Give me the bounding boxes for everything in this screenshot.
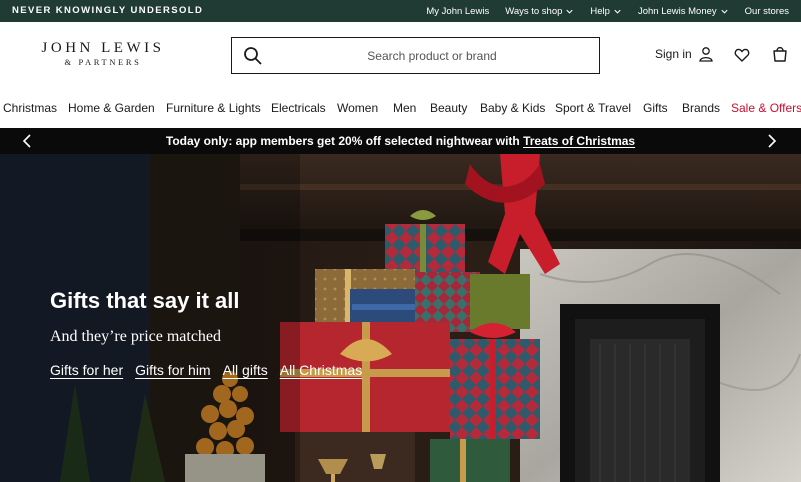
nav-item-beauty[interactable]: Beauty [430, 101, 467, 115]
all-christmas-link[interactable]: All Christmas [280, 362, 362, 378]
my-john-lewis-label: My John Lewis [426, 5, 490, 17]
nav-item-furniture-lights[interactable]: Furniture & Lights [166, 101, 261, 115]
nav-item-men[interactable]: Men [393, 101, 416, 115]
chevron-down-icon [614, 9, 621, 14]
utility-links: My John Lewis Ways to shop Help John Lew… [426, 0, 789, 22]
logo-line-1: JOHN LEWIS [41, 40, 165, 56]
site-header: JOHN LEWIS & PARTNERS Sign in [0, 22, 801, 90]
nav-item-women[interactable]: Women [337, 101, 378, 115]
nav-item-brands[interactable]: Brands [682, 101, 720, 115]
hero-image [0, 154, 801, 482]
promo-banner: Today only: app members get 20% off sele… [0, 128, 801, 154]
help-menu[interactable]: Help [590, 6, 622, 17]
gifts-for-her-link[interactable]: Gifts for her [50, 362, 123, 378]
heart-icon[interactable] [734, 47, 750, 63]
ways-to-shop-menu[interactable]: Ways to shop [505, 6, 574, 17]
gifts-for-him-link[interactable]: Gifts for him [135, 362, 210, 378]
sign-in-button[interactable]: Sign in [655, 46, 714, 62]
hero-subline: And they’re price matched [50, 328, 222, 345]
nav-item-sport-travel[interactable]: Sport & Travel [555, 101, 631, 115]
chevron-down-icon [721, 9, 728, 14]
search-input[interactable] [292, 44, 572, 68]
nav-item-electricals[interactable]: Electricals [271, 101, 326, 115]
our-stores-link[interactable]: Our stores [745, 6, 789, 17]
sign-in-label: Sign in [655, 47, 692, 61]
nav-item-gifts[interactable]: Gifts [643, 101, 668, 115]
promo-text: Today only: app members get 20% off sele… [165, 134, 524, 148]
help-label: Help [590, 5, 610, 17]
john-lewis-money-menu[interactable]: John Lewis Money [638, 6, 729, 17]
main-navigation: Christmas Home & Garden Furniture & Ligh… [0, 90, 801, 128]
basket-icon[interactable] [772, 45, 788, 63]
user-icon [698, 47, 713, 62]
search-box[interactable] [231, 37, 600, 74]
john-lewis-logo[interactable]: JOHN LEWIS & PARTNERS [28, 40, 178, 67]
treats-of-christmas-link[interactable]: Treats of Christmas [523, 134, 635, 148]
chevron-down-icon [566, 9, 573, 14]
nav-item-christmas[interactable]: Christmas [3, 101, 57, 115]
hero-links: Gifts for her Gifts for him All gifts Al… [50, 362, 362, 378]
ways-to-shop-label: Ways to shop [505, 5, 563, 17]
chevron-right-icon[interactable] [765, 133, 779, 149]
hero-headline: Gifts that say it all [50, 288, 240, 313]
john-lewis-money-label: John Lewis Money [637, 5, 717, 17]
my-john-lewis-link[interactable]: My John Lewis [426, 6, 489, 17]
our-stores-label: Our stores [744, 5, 789, 17]
nav-item-baby-kids[interactable]: Baby & Kids [480, 101, 545, 115]
utility-bar: NEVER KNOWINGLY UNDERSOLD My John Lewis … [0, 0, 801, 22]
all-gifts-link[interactable]: All gifts [223, 362, 268, 378]
promo-message: Today only: app members get 20% off sele… [0, 134, 801, 148]
hero-banner: Gifts that say it all And they’re price … [0, 154, 801, 482]
brand-tagline: NEVER KNOWINGLY UNDERSOLD [12, 5, 204, 16]
search-icon[interactable] [243, 46, 263, 66]
logo-line-2: & PARTNERS [64, 57, 142, 67]
nav-item-home-garden[interactable]: Home & Garden [68, 101, 155, 115]
nav-item-sale-offers[interactable]: Sale & Offers [731, 101, 801, 115]
